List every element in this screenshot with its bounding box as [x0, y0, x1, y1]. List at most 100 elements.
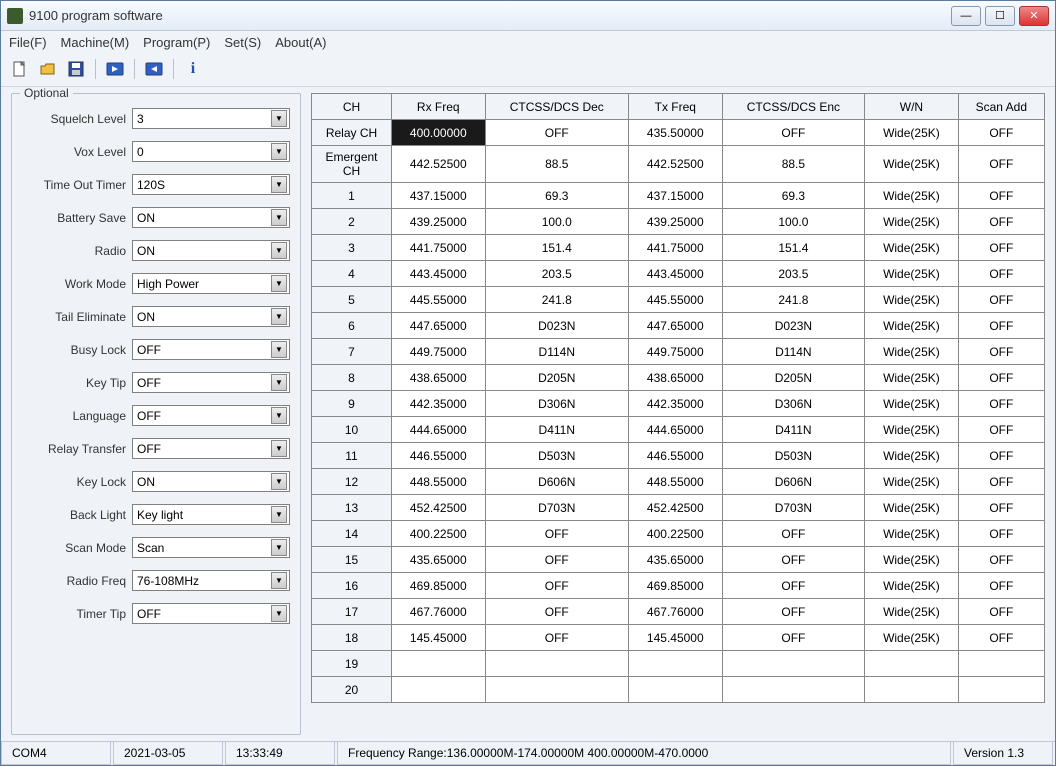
table-row[interactable]: 7449.75000D114N449.75000D114NWide(25K)OF…	[312, 339, 1045, 365]
option-select[interactable]: OFF▼	[132, 603, 290, 624]
minimize-button[interactable]: —	[951, 6, 981, 26]
table-cell[interactable]: 18	[312, 625, 392, 651]
option-select[interactable]: 0▼	[132, 141, 290, 162]
table-cell[interactable]: 2	[312, 209, 392, 235]
table-cell[interactable]: 444.65000	[629, 417, 723, 443]
table-cell[interactable]: 452.42500	[629, 495, 723, 521]
table-cell[interactable]: OFF	[958, 287, 1044, 313]
option-select[interactable]: OFF▼	[132, 405, 290, 426]
table-row[interactable]: Emergent CH442.5250088.5442.5250088.5Wid…	[312, 146, 1045, 183]
table-cell[interactable]: 11	[312, 443, 392, 469]
table-cell[interactable]	[392, 651, 486, 677]
table-cell[interactable]: OFF	[958, 599, 1044, 625]
table-cell[interactable]: D411N	[722, 417, 865, 443]
chevron-down-icon[interactable]: ▼	[271, 209, 287, 226]
option-select[interactable]: OFF▼	[132, 339, 290, 360]
table-row[interactable]: 14400.22500OFF400.22500OFFWide(25K)OFF	[312, 521, 1045, 547]
option-select[interactable]: 120S▼	[132, 174, 290, 195]
table-cell[interactable]: 16	[312, 573, 392, 599]
table-cell[interactable]	[485, 651, 629, 677]
table-cell[interactable]: OFF	[958, 573, 1044, 599]
table-row[interactable]: 2439.25000100.0439.25000100.0Wide(25K)OF…	[312, 209, 1045, 235]
table-cell[interactable]: 241.8	[722, 287, 865, 313]
chevron-down-icon[interactable]: ▼	[271, 341, 287, 358]
chevron-down-icon[interactable]: ▼	[271, 110, 287, 127]
table-cell[interactable]: 435.65000	[392, 547, 486, 573]
table-cell[interactable]: 437.15000	[392, 183, 486, 209]
table-cell[interactable]: D114N	[485, 339, 629, 365]
table-cell[interactable]: Wide(25K)	[865, 209, 958, 235]
table-cell[interactable]: D606N	[722, 469, 865, 495]
table-cell[interactable]: 441.75000	[392, 235, 486, 261]
table-cell[interactable]: OFF	[958, 146, 1044, 183]
table-cell[interactable]: 439.25000	[629, 209, 723, 235]
table-cell[interactable]: Wide(25K)	[865, 261, 958, 287]
chevron-down-icon[interactable]: ▼	[271, 242, 287, 259]
table-cell[interactable]: OFF	[958, 120, 1044, 146]
table-cell[interactable]: 20	[312, 677, 392, 703]
chevron-down-icon[interactable]: ▼	[271, 374, 287, 391]
table-cell[interactable]: 446.55000	[392, 443, 486, 469]
table-cell[interactable]: Emergent CH	[312, 146, 392, 183]
chevron-down-icon[interactable]: ▼	[271, 308, 287, 325]
table-cell[interactable]: 13	[312, 495, 392, 521]
table-cell[interactable]: 445.55000	[392, 287, 486, 313]
table-cell[interactable]: 469.85000	[392, 573, 486, 599]
table-cell[interactable]: 452.42500	[392, 495, 486, 521]
table-cell[interactable]: OFF	[722, 547, 865, 573]
table-cell[interactable]: 443.45000	[392, 261, 486, 287]
table-cell[interactable]: Wide(25K)	[865, 391, 958, 417]
table-cell[interactable]: OFF	[722, 625, 865, 651]
table-cell[interactable]: OFF	[722, 521, 865, 547]
table-row[interactable]: 19	[312, 651, 1045, 677]
table-cell[interactable]: 467.76000	[392, 599, 486, 625]
table-cell[interactable]: OFF	[958, 209, 1044, 235]
chevron-down-icon[interactable]: ▼	[271, 473, 287, 490]
table-cell[interactable]: 3	[312, 235, 392, 261]
option-select[interactable]: Scan▼	[132, 537, 290, 558]
table-cell[interactable]: OFF	[958, 625, 1044, 651]
table-cell[interactable]: 6	[312, 313, 392, 339]
close-button[interactable]: ✕	[1019, 6, 1049, 26]
table-cell[interactable]: OFF	[958, 521, 1044, 547]
table-cell[interactable]: 447.65000	[629, 313, 723, 339]
table-cell[interactable]: 145.45000	[629, 625, 723, 651]
table-cell[interactable]: 145.45000	[392, 625, 486, 651]
table-cell[interactable]: 10	[312, 417, 392, 443]
chevron-down-icon[interactable]: ▼	[271, 506, 287, 523]
table-cell[interactable]: 4	[312, 261, 392, 287]
table-cell[interactable]	[629, 651, 723, 677]
table-cell[interactable]: 69.3	[485, 183, 629, 209]
option-select[interactable]: OFF▼	[132, 372, 290, 393]
option-select[interactable]: ON▼	[132, 306, 290, 327]
chevron-down-icon[interactable]: ▼	[271, 572, 287, 589]
table-cell[interactable]: Wide(25K)	[865, 287, 958, 313]
table-cell[interactable]: 100.0	[485, 209, 629, 235]
table-cell[interactable]: 442.52500	[392, 146, 486, 183]
read-icon[interactable]	[104, 58, 126, 80]
column-header[interactable]: W/N	[865, 94, 958, 120]
chevron-down-icon[interactable]: ▼	[271, 176, 287, 193]
column-header[interactable]: CH	[312, 94, 392, 120]
column-header[interactable]: CTCSS/DCS Dec	[485, 94, 629, 120]
table-cell[interactable]: OFF	[958, 339, 1044, 365]
table-cell[interactable]: 8	[312, 365, 392, 391]
table-cell[interactable]: OFF	[958, 313, 1044, 339]
table-cell[interactable]: 467.76000	[629, 599, 723, 625]
option-select[interactable]: 3▼	[132, 108, 290, 129]
table-cell[interactable]	[722, 651, 865, 677]
table-cell[interactable]: 445.55000	[629, 287, 723, 313]
table-cell[interactable]: OFF	[722, 573, 865, 599]
table-cell[interactable]: OFF	[958, 495, 1044, 521]
table-cell[interactable]: 100.0	[722, 209, 865, 235]
table-row[interactable]: 1437.1500069.3437.1500069.3Wide(25K)OFF	[312, 183, 1045, 209]
column-header[interactable]: Scan Add	[958, 94, 1044, 120]
chevron-down-icon[interactable]: ▼	[271, 275, 287, 292]
table-cell[interactable]: OFF	[958, 391, 1044, 417]
table-cell[interactable]	[722, 677, 865, 703]
table-cell[interactable]: OFF	[485, 599, 629, 625]
chevron-down-icon[interactable]: ▼	[271, 605, 287, 622]
table-cell[interactable]: OFF	[485, 120, 629, 146]
table-cell[interactable]: 437.15000	[629, 183, 723, 209]
table-cell[interactable]: 7	[312, 339, 392, 365]
